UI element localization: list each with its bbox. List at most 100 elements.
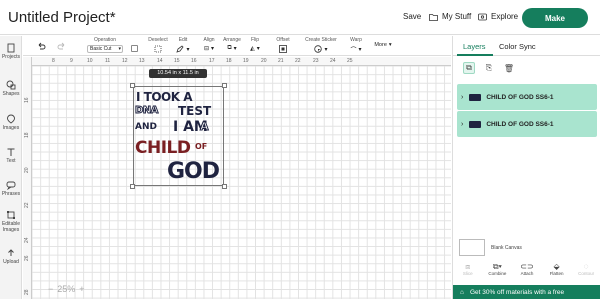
rail-item-editable-images[interactable]: Editable Images (0, 210, 22, 233)
more-label: More (374, 42, 387, 48)
flatten-button[interactable]: ⬙ Flatten (545, 262, 569, 284)
offset-button[interactable] (273, 45, 293, 53)
warp-label: Warp (350, 37, 362, 43)
align-dropdown[interactable]: ⊟ ▾ (201, 45, 217, 52)
layer-thumbnail (469, 120, 482, 128)
ruler-tick: 23 (313, 58, 319, 64)
save-button[interactable]: Save (403, 12, 421, 21)
my-stuff-label: My Stuff (442, 12, 472, 21)
attach-button[interactable]: ⊂⊃ Attach (515, 262, 539, 284)
images-icon (7, 114, 15, 124)
tab-layers[interactable]: Layers (463, 42, 486, 51)
tab-color-sync[interactable]: Color Sync (499, 42, 536, 51)
promo-text: Get 30% off materials with a free (469, 288, 565, 296)
pen-icon[interactable] (130, 45, 138, 52)
design-canvas[interactable] (23, 57, 451, 299)
selected-design[interactable]: I TOOK A DNA TEST AND I AM A CHILD OF GO… (130, 83, 227, 189)
my-stuff-button[interactable]: My Stuff (429, 12, 471, 21)
chevron-right-icon[interactable]: › (461, 121, 463, 128)
chevron-down-icon: ▾ (256, 46, 260, 52)
rail-item-text[interactable]: Text (0, 147, 22, 164)
ruler-tick: 18 (24, 132, 30, 138)
more-group[interactable]: More ▾ (373, 42, 393, 48)
ruler-tick: 21 (278, 58, 284, 64)
operation-label: Operation (94, 37, 116, 43)
project-title[interactable]: Untitled Project* (8, 9, 116, 26)
editable-images-icon (7, 211, 15, 219)
zoom-in-icon[interactable]: + (79, 284, 84, 294)
blank-canvas-row[interactable]: Blank Canvas (459, 239, 522, 256)
slice-button[interactable]: ⧈ Slice (456, 262, 480, 284)
operation-select[interactable]: Basic Cut (87, 45, 123, 53)
align-icon: ⊟ (203, 46, 209, 52)
group-icon[interactable]: ⧉ (463, 62, 475, 74)
ruler-tick: 24 (24, 237, 30, 243)
ruler-tick: 22 (24, 202, 30, 208)
layer-row[interactable]: › CHILD OF GOD SS6-1 (457, 111, 597, 137)
rail-label: Upload (3, 259, 19, 265)
projects-icon (7, 43, 15, 53)
chevron-right-icon[interactable]: › (461, 94, 463, 101)
offset-group: Offset (273, 37, 293, 53)
resize-handle[interactable] (222, 83, 227, 88)
align-label: Align (203, 37, 215, 43)
ruler-tick: 22 (295, 58, 301, 64)
combine-icon: ⧉▾ (492, 262, 502, 271)
text-icon (7, 148, 15, 156)
rail-label: Text (6, 158, 16, 164)
resize-handle[interactable] (130, 184, 135, 189)
layer-actions: ⧉ ⎘ 🗑 (463, 62, 515, 74)
rail-item-images[interactable]: Images (0, 114, 22, 131)
layer-name: CHILD OF GOD SS6-1 (486, 120, 554, 128)
color-swatch-group (127, 37, 141, 52)
warp-dropdown[interactable]: ⌒ ▾ (347, 45, 365, 54)
ruler-tick: 25 (347, 58, 353, 64)
layer-tools: ⧈ Slice ⧉▾ Combine ⊂⊃ Attach ⬙ Flatten ◌ Cont… (453, 262, 600, 284)
chevron-down-icon: ▾ (211, 46, 215, 52)
active-tab-indicator (457, 54, 493, 56)
tool-label: Attach (520, 271, 534, 276)
ruler-tick: 12 (122, 58, 128, 64)
chevron-down-icon: ▾ (186, 46, 190, 53)
ruler-tick: 14 (157, 58, 163, 64)
ruler-tick: 24 (330, 58, 336, 64)
blank-canvas-swatch (459, 239, 485, 256)
combine-button[interactable]: ⧉▾ Combine (485, 262, 509, 284)
promo-banner[interactable]: ⌂ Get 30% off materials with a free (453, 285, 600, 299)
attach-icon: ⊂⊃ (520, 262, 534, 271)
resize-handle[interactable] (222, 184, 227, 189)
tool-label: Slice (462, 271, 473, 276)
layers-panel: Layers Color Sync ⧉ ⎘ 🗑 › CHILD OF GOD S… (452, 36, 600, 299)
deselect-icon[interactable] (154, 45, 162, 53)
offset-icon (279, 45, 287, 53)
tool-label: Combine (488, 271, 507, 276)
chevron-down-icon: ▾ (233, 46, 237, 52)
flip-dropdown[interactable]: ◭ ▾ (247, 45, 263, 52)
duplicate-icon[interactable]: ⎘ (483, 62, 495, 74)
redo-icon[interactable] (57, 42, 66, 50)
rail-item-shapes[interactable]: Shapes (0, 80, 22, 97)
ruler-tick: 26 (24, 255, 30, 261)
trash-icon[interactable]: 🗑 (503, 62, 515, 74)
arrange-dropdown[interactable]: ⧉ ▾ (219, 45, 245, 52)
align-group: Align ⊟ ▾ (201, 37, 217, 52)
explore-button[interactable]: Explore (478, 12, 518, 21)
make-button[interactable]: Make (522, 8, 588, 28)
ruler-tick: 15 (174, 58, 180, 64)
rail-item-projects[interactable]: Projects (0, 43, 22, 60)
rail-item-phrases[interactable]: Phrases (0, 180, 22, 197)
explore-icon (478, 13, 487, 20)
resize-handle[interactable] (130, 83, 135, 88)
edit-dropdown[interactable]: ▾ (173, 45, 193, 53)
ruler-tick: 18 (226, 58, 232, 64)
ruler-tick: 16 (191, 58, 197, 64)
arrange-label: Arrange (223, 37, 241, 43)
zoom-out-icon[interactable]: − (48, 284, 53, 294)
edit-label: Edit (178, 37, 188, 43)
rail-label: Phrases (1, 191, 21, 197)
undo-icon[interactable] (37, 42, 46, 50)
create-sticker-dropdown[interactable]: ▾ (303, 45, 339, 53)
rail-item-upload[interactable]: Upload (0, 248, 22, 265)
contour-button[interactable]: ◌ Contour (574, 262, 598, 284)
layer-row[interactable]: › CHILD OF GOD SS6-1 (457, 84, 597, 110)
